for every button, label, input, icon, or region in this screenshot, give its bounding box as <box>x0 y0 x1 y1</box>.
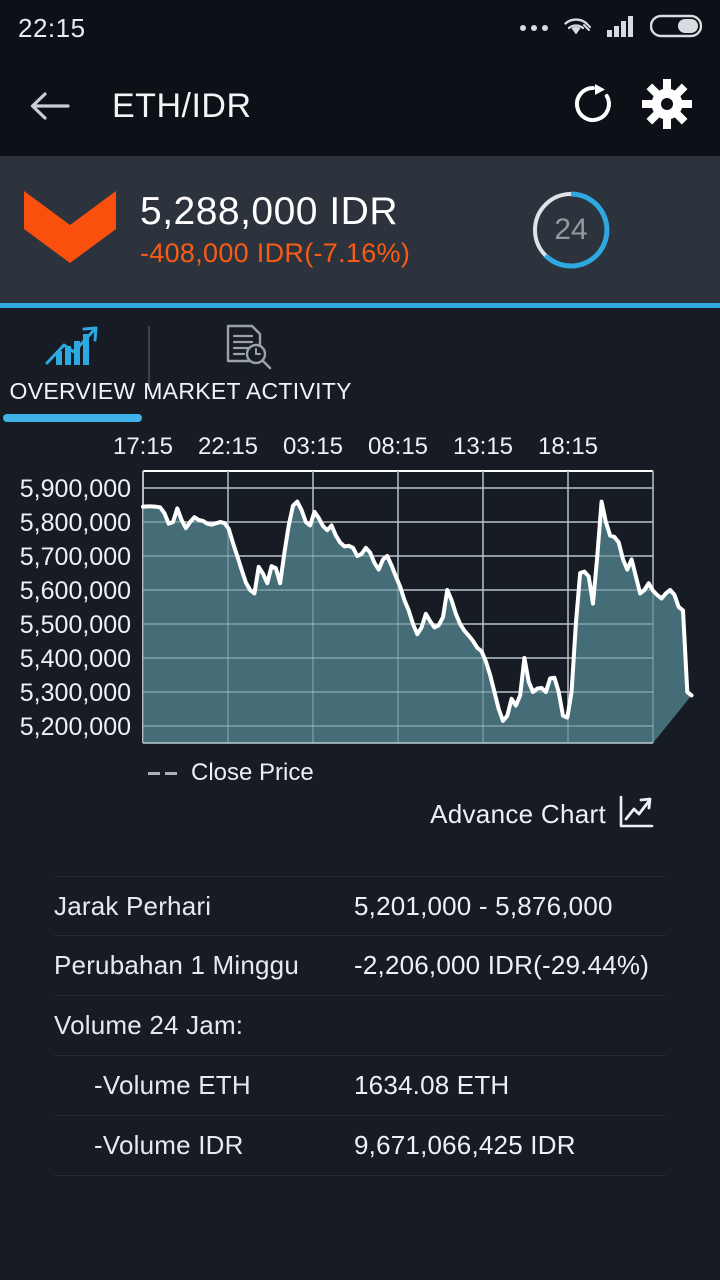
stat-value: 1634.08 ETH <box>354 1070 510 1100</box>
line-chart-arrow-icon <box>618 795 654 834</box>
back-arrow-icon[interactable] <box>22 78 78 134</box>
stat-value: 9,671,066,425 IDR <box>354 1130 576 1160</box>
status-icons <box>520 13 703 44</box>
tab-overview[interactable]: OVERVIEW <box>0 308 145 426</box>
stats-table: Jarak Perhari 5,201,000 - 5,876,000 Peru… <box>0 876 720 1176</box>
gear-icon[interactable] <box>642 78 692 134</box>
table-row: Volume 24 Jam: <box>54 996 666 1056</box>
chart-ytick-label: 5,700,000 <box>20 543 131 571</box>
dashed-line-marker <box>148 771 177 775</box>
document-search-icon <box>222 324 274 370</box>
battery-icon <box>649 13 703 44</box>
page-title: ETH/IDR <box>112 86 252 125</box>
stat-label: Volume 24 Jam: <box>54 1010 244 1040</box>
chart-ytick-label: 5,400,000 <box>20 645 131 673</box>
price-chart[interactable]: 17:15 22:15 03:15 08:15 13:15 18:15 5,900,000 5… <box>0 426 720 846</box>
table-row: -Volume ETH 1634.08 ETH <box>54 1056 666 1116</box>
chart-xtick-label: 13:15 <box>453 433 513 460</box>
bar-chart-trend-icon <box>44 324 102 370</box>
stat-value: -2,206,000 IDR(-29.44%) <box>354 950 650 980</box>
more-dots-icon <box>520 25 548 31</box>
stat-label: -Volume ETH <box>94 1070 251 1100</box>
signal-icon <box>606 14 636 43</box>
chart-xtick-label: 17:15 <box>113 433 173 460</box>
app-bar: ETH/IDR <box>0 56 720 156</box>
price-change: -408,000 IDR(-7.16%) <box>140 238 411 268</box>
chart-ytick-label: 5,900,000 <box>20 475 131 503</box>
app-bar-actions <box>570 78 698 134</box>
stat-value: 5,201,000 - 5,876,000 <box>354 890 613 921</box>
chart-ytick-label: 5,500,000 <box>20 611 131 639</box>
status-bar: 22:15 <box>0 0 720 56</box>
chart-ytick-label: 5,200,000 <box>20 713 131 741</box>
chart-xtick-label: 08:15 <box>368 433 428 460</box>
tab-overview-label: OVERVIEW <box>9 378 136 404</box>
table-row: Perubahan 1 Minggu -2,206,000 IDR(-29.44… <box>54 936 666 996</box>
chart-ytick-label: 5,300,000 <box>20 679 131 707</box>
chart-ytick-label: 5,800,000 <box>20 509 131 537</box>
chart-canvas: 17:15 22:15 03:15 08:15 13:15 18:15 5,900,000 5… <box>20 433 694 744</box>
tab-market-activity-label: MARKET ACTIVITY <box>143 378 352 404</box>
chart-legend: Close Price <box>148 759 314 787</box>
legend-label: Close Price <box>191 759 314 786</box>
countdown-value: 24 <box>554 212 588 246</box>
chart-xtick-label: 03:15 <box>283 433 343 460</box>
advance-chart-link[interactable]: Advance Chart <box>430 795 654 834</box>
advance-chart-label: Advance Chart <box>430 799 606 829</box>
price-block: 5,288,000 IDR -408,000 IDR(-7.16%) <box>140 190 410 269</box>
table-row: Jarak Perhari 5,201,000 - 5,876,000 <box>54 876 666 936</box>
down-chevron-icon <box>22 187 118 272</box>
refresh-icon[interactable] <box>570 81 616 132</box>
price-header: 5,288,000 IDR -408,000 IDR(-7.16%) 24 <box>0 156 720 303</box>
chart-xtick-label: 18:15 <box>538 433 598 460</box>
chart-ytick-label: 5,600,000 <box>20 577 131 605</box>
chart-xtick-label: 22:15 <box>198 433 258 460</box>
status-time: 22:15 <box>18 12 86 43</box>
current-price: 5,288,000 IDR <box>140 190 399 233</box>
stat-label: Perubahan 1 Minggu <box>54 950 300 980</box>
refresh-countdown[interactable]: 24 <box>530 189 612 271</box>
tab-bar: OVERVIEW MARKET ACTIVITY <box>0 308 720 426</box>
active-tab-indicator <box>3 414 142 422</box>
wifi-icon <box>562 14 592 43</box>
stat-label: Jarak Perhari <box>54 890 212 921</box>
table-row: -Volume IDR 9,671,066,425 IDR <box>54 1116 666 1176</box>
tab-market-activity[interactable]: MARKET ACTIVITY <box>143 308 352 426</box>
stat-label: -Volume IDR <box>94 1130 244 1160</box>
